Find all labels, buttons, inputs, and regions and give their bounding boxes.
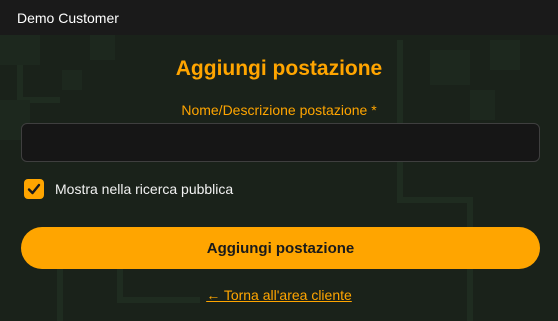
customer-name: Demo Customer <box>17 9 119 26</box>
public-search-checkbox[interactable] <box>24 179 44 199</box>
back-to-customer-area-link[interactable]: ← Torna all'area cliente <box>206 287 352 303</box>
back-link-container: ← Torna all'area cliente <box>0 287 558 303</box>
top-bar: Demo Customer <box>0 0 558 35</box>
workstation-name-label: Nome/Descrizione postazione * <box>181 102 377 118</box>
add-workstation-button[interactable]: Aggiungi postazione <box>21 227 540 269</box>
check-icon <box>27 183 41 195</box>
public-search-option: Mostra nella ricerca pubblica <box>24 179 233 199</box>
workstation-name-input[interactable] <box>21 123 540 162</box>
page-title: Aggiungi postazione <box>175 57 383 80</box>
public-search-label: Mostra nella ricerca pubblica <box>55 181 234 197</box>
